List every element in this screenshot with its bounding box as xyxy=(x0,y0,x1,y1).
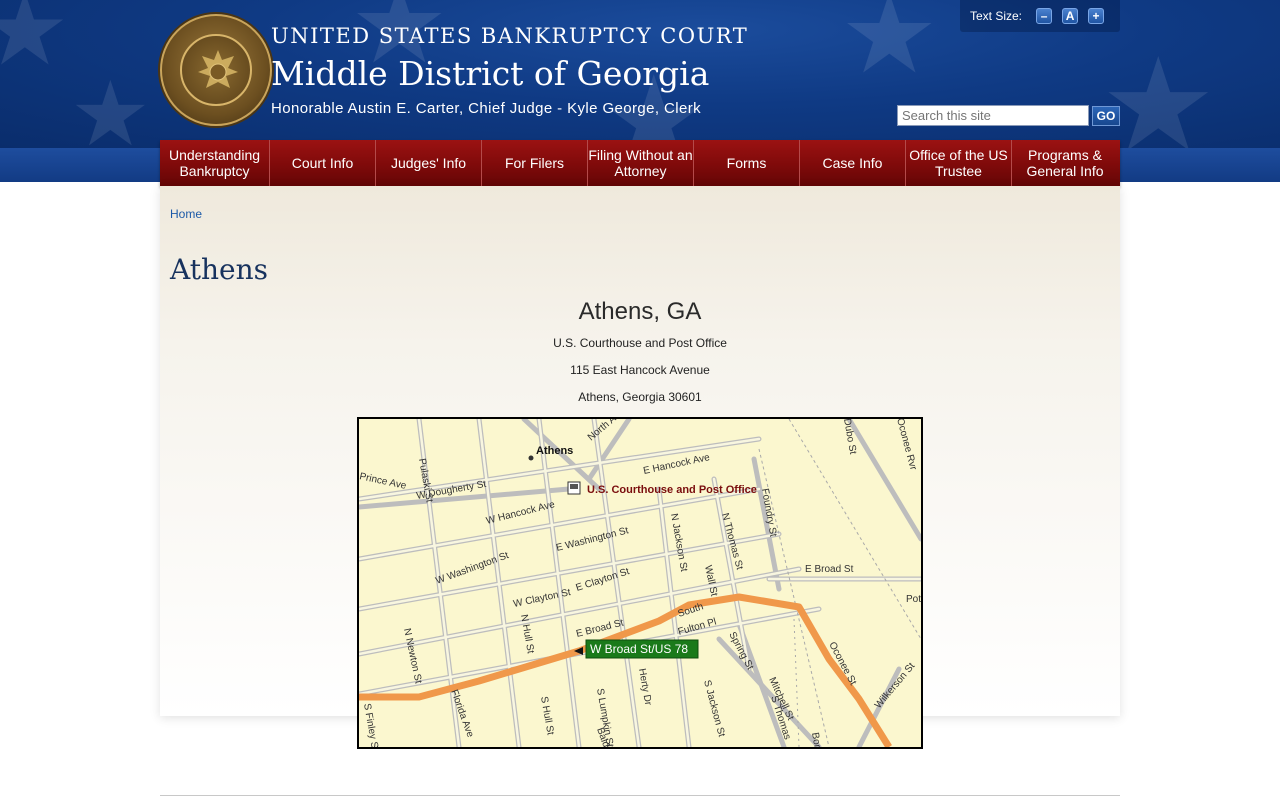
railway-line xyxy=(793,618,800,747)
courthouse-marker-detail xyxy=(570,484,578,489)
street-label: Oconee Rvr xyxy=(894,419,919,472)
street-label: N Jackson St xyxy=(668,513,689,573)
breadcrumb-home[interactable]: Home xyxy=(170,207,202,221)
star-decoration-icon: ★ xyxy=(840,0,939,96)
street-label: Dubo St xyxy=(841,419,858,455)
street-label: South xyxy=(677,601,705,620)
street-label: Pot xyxy=(906,594,921,605)
street-labels: Pulaski St Prince Ave W Dougherty St E H… xyxy=(359,419,921,747)
street-label: Wall St xyxy=(702,564,719,597)
increase-text-button[interactable]: + xyxy=(1088,8,1105,24)
eagle-icon xyxy=(180,34,252,106)
nav-judges-info[interactable]: Judges' Info xyxy=(376,140,482,186)
nav-filing-without-attorney[interactable]: Filing Without an Attorney xyxy=(588,140,694,186)
street-label: S Hull St xyxy=(538,696,556,736)
city-dot-icon xyxy=(528,455,534,461)
nav-court-info[interactable]: Court Info xyxy=(270,140,376,186)
street-label: Fulton Pl xyxy=(677,616,718,637)
map-marker-label: U.S. Courthouse and Post Office xyxy=(587,484,757,496)
star-decoration-icon: ★ xyxy=(70,65,151,148)
map-canvas: Athens U.S. Courthouse and Post Office W… xyxy=(359,419,921,747)
nav-programs-general-info[interactable]: Programs & General Info xyxy=(1012,140,1118,186)
city-heading: Athens, GA xyxy=(578,298,702,325)
street-label: Herty Dr xyxy=(636,668,653,707)
footer-divider xyxy=(160,795,1120,796)
street-label: Florida Ave xyxy=(448,688,476,739)
court-seal-icon[interactable] xyxy=(160,14,272,126)
text-size-controls: Text Size: – A + xyxy=(960,0,1120,32)
reset-text-button[interactable]: A xyxy=(1062,8,1079,24)
street-label: W Hancock Ave xyxy=(485,499,556,527)
nav-forms[interactable]: Forms xyxy=(694,140,800,186)
nav-for-filers[interactable]: For Filers xyxy=(482,140,588,186)
page-title: Athens xyxy=(170,253,268,286)
judge-clerk-line: Honorable Austin E. Carter, Chief Judge … xyxy=(271,100,702,117)
street-label: S Finley St xyxy=(361,703,380,747)
star-decoration-icon: ★ xyxy=(0,0,70,86)
nav-case-info[interactable]: Case Info xyxy=(800,140,906,186)
street-label: S Jackson St xyxy=(701,679,727,738)
map-route-label: W Broad St/US 78 xyxy=(590,642,688,656)
search-go-button[interactable]: GO xyxy=(1092,106,1120,126)
street-label: Bon xyxy=(809,732,823,747)
street-label: N Newton St xyxy=(401,627,423,684)
street-label: Prince Ave xyxy=(359,471,408,492)
court-name: UNITED STATES BANKRUPTCY COURT xyxy=(271,24,749,48)
main-nav: Understanding Bankruptcy Court Info Judg… xyxy=(160,140,1120,186)
street-label: E Broad St xyxy=(805,564,854,575)
nav-understanding-bankruptcy[interactable]: Understanding Bankruptcy xyxy=(160,140,270,186)
decrease-text-button[interactable]: – xyxy=(1036,8,1053,24)
star-decoration-icon: ★ xyxy=(1100,32,1217,148)
address-city: Athens, Georgia 30601 xyxy=(578,390,702,404)
location-map[interactable]: Athens U.S. Courthouse and Post Office W… xyxy=(357,417,923,749)
district-name[interactable]: Middle District of Georgia xyxy=(271,54,709,93)
address-building: U.S. Courthouse and Post Office xyxy=(553,336,727,350)
search-input[interactable] xyxy=(897,105,1089,126)
nav-us-trustee[interactable]: Office of the US Trustee xyxy=(906,140,1012,186)
street-label: Wilkerson St xyxy=(873,661,918,711)
street-label: E Washington St xyxy=(555,525,630,554)
eagle-emblem xyxy=(198,50,238,88)
address-street: 115 East Hancock Avenue xyxy=(570,363,710,377)
map-place-label: Athens xyxy=(536,445,573,457)
text-size-label: Text Size: xyxy=(970,9,1023,23)
